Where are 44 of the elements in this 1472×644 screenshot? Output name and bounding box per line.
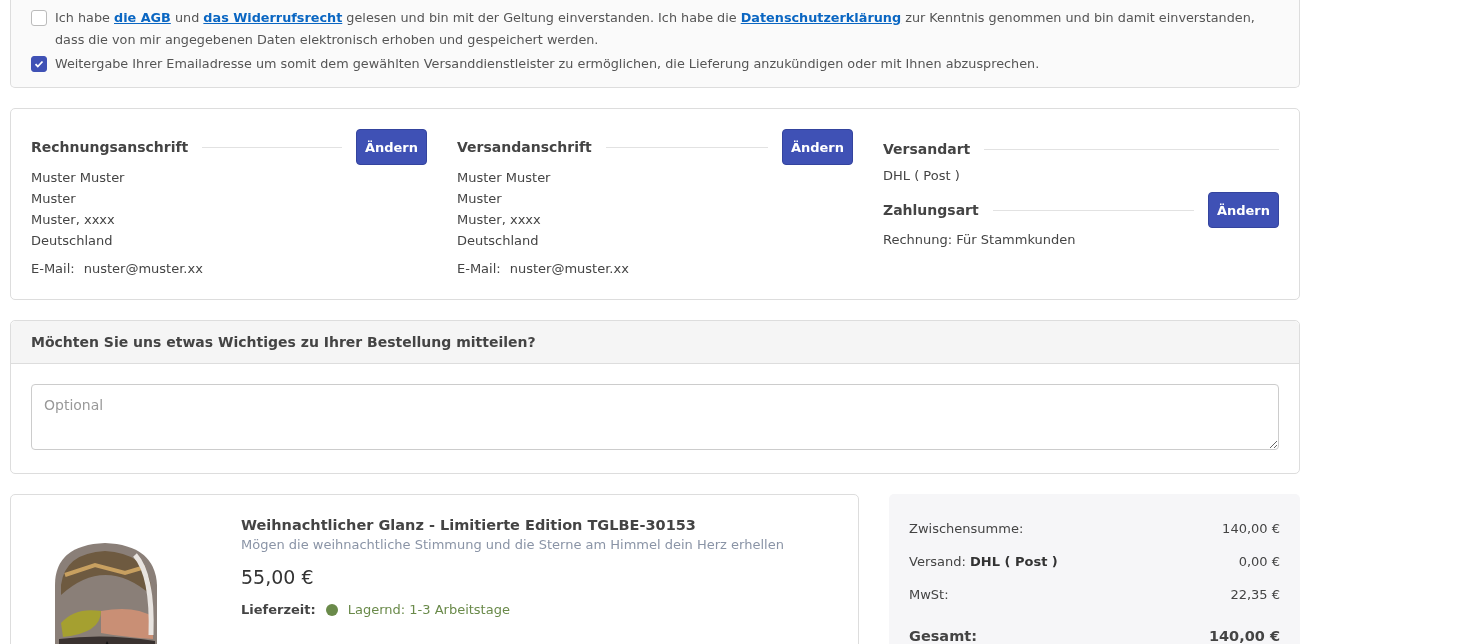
link[interactable]: die AGB <box>114 10 171 25</box>
address-line: Deutschland <box>31 232 114 250</box>
address-line: Muster Muster <box>457 169 552 187</box>
link[interactable]: Datenschutzerklärung <box>740 10 902 25</box>
section-title: Zahlungsart <box>883 202 979 218</box>
consent-text: Ich habe die AGB und das Widerrufsrecht gelesen und bin mit der Geltung einverstanden. Ich habe die Datenschutzerklärung zur Kenntnis genommen und bin damit einverstanden, dass die von mir angegebenen Daten elektronisch erhoben und gespeichert werden. <box>55 9 1256 49</box>
summary-label: Gesamt: <box>909 627 977 644</box>
payment-method: Rechnung: Für Stammkunden <box>883 231 1077 249</box>
summary-value: 140,00 € <box>1208 627 1280 644</box>
shipping-method: DHL ( Post ) <box>883 167 961 185</box>
product-name: Weihnachtlicher Glanz - Limitierte Edition TGLBE-30153 <box>241 517 697 533</box>
summary-label: Zwischensumme: <box>909 520 1024 538</box>
section-title: Rechnungsanschrift <box>31 139 189 155</box>
summary-value: 140,00 € <box>1222 520 1280 538</box>
check-icon <box>34 59 44 69</box>
product-price: 55,00 € <box>241 566 315 588</box>
product-description: Mögen die weihnachtliche Stimmung und die Sterne am Himmel dein Herz erhellen <box>241 537 784 552</box>
summary-value: 0,00 € <box>1238 553 1280 571</box>
change-button[interactable]: Ändern <box>781 129 853 165</box>
address-line: Deutschland <box>457 232 540 250</box>
link[interactable]: das Widerrufsrecht <box>203 10 343 25</box>
email-label: E-Mail: <box>31 261 75 276</box>
section-title: Versandart <box>883 141 971 157</box>
section-title: Versandanschrift <box>457 139 592 155</box>
address-line: Muster, xxxx <box>31 211 116 229</box>
consent-text: Weitergabe Ihrer Emailadresse um somit dem gewählten Versanddienstleister zu ermöglichen, die Lieferung anzukündigen oder mit Ihnen abzusprechen. <box>55 55 1040 73</box>
checkbox[interactable] <box>31 56 47 72</box>
summary-value: 22,35 € <box>1230 586 1280 604</box>
email-label: E-Mail: <box>457 261 501 276</box>
change-button[interactable]: Ändern <box>355 129 427 165</box>
address-line: Muster <box>31 190 77 208</box>
checkbox[interactable] <box>31 10 47 26</box>
email-value: nuster@muster.xx <box>83 261 203 276</box>
note-field[interactable]: Optional <box>31 384 1279 450</box>
delivery-status: Lagernd: 1-3 Arbeitstage <box>347 602 510 617</box>
summary-label: Versand: DHL ( Post ) <box>909 553 1058 571</box>
summary-label: MwSt: <box>909 586 949 604</box>
email-value: nuster@muster.xx <box>509 261 629 276</box>
panel-header: Möchten Sie uns etwas Wichtiges zu Ihrer Bestellung mitteilen? <box>11 321 1299 364</box>
delivery-label: Lieferzeit: <box>241 602 316 617</box>
address-line: Muster <box>457 190 503 208</box>
change-button[interactable]: Ändern <box>1207 192 1279 228</box>
address-line: Muster Muster <box>31 169 126 187</box>
address-line: Muster, xxxx <box>457 211 542 229</box>
